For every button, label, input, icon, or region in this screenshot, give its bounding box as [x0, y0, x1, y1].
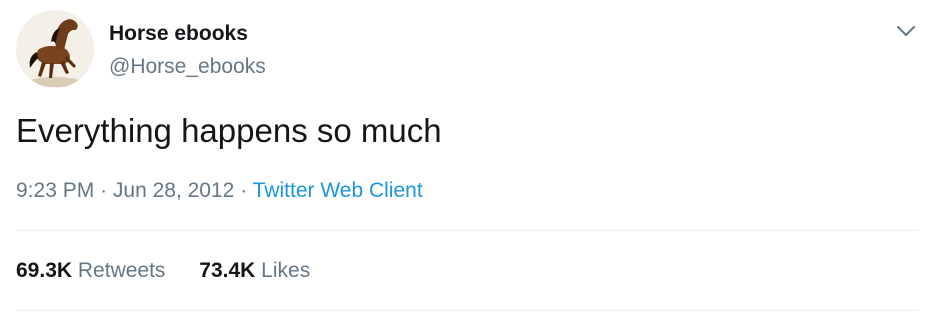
- meta-separator: ·: [240, 179, 248, 202]
- likes-label: Likes: [261, 259, 311, 282]
- divider: [16, 230, 919, 231]
- tweet-text: Everything happens so much: [16, 112, 442, 149]
- likes-count: 73.4K: [199, 259, 256, 282]
- divider: [16, 310, 919, 311]
- tweet-stats: 69.3K Retweets 73.4K Likes: [16, 259, 338, 283]
- meta-separator: ·: [100, 179, 108, 202]
- tweet-time[interactable]: 9:23 PM: [16, 179, 94, 202]
- tweet-menu-button[interactable]: [893, 20, 919, 42]
- author-avatar[interactable]: [16, 10, 94, 88]
- chevron-down-icon: [897, 26, 915, 36]
- tweet-card: Horse ebooks @Horse_ebooks Everything ha…: [0, 0, 939, 313]
- retweets-count: 69.3K: [16, 259, 73, 282]
- likes-stat[interactable]: 73.4K Likes: [199, 259, 310, 283]
- retweets-label: Retweets: [77, 259, 166, 282]
- retweets-stat[interactable]: 69.3K Retweets: [16, 259, 165, 283]
- tweet-date[interactable]: Jun 28, 2012: [113, 179, 234, 202]
- author-display-name[interactable]: Horse ebooks: [109, 22, 248, 46]
- tweet-metadata: 9:23 PM · Jun 28, 2012 · Twitter Web Cli…: [16, 179, 423, 203]
- horse-avatar-icon: [16, 10, 94, 88]
- author-handle[interactable]: @Horse_ebooks: [109, 55, 266, 79]
- tweet-source-link[interactable]: Twitter Web Client: [253, 179, 423, 202]
